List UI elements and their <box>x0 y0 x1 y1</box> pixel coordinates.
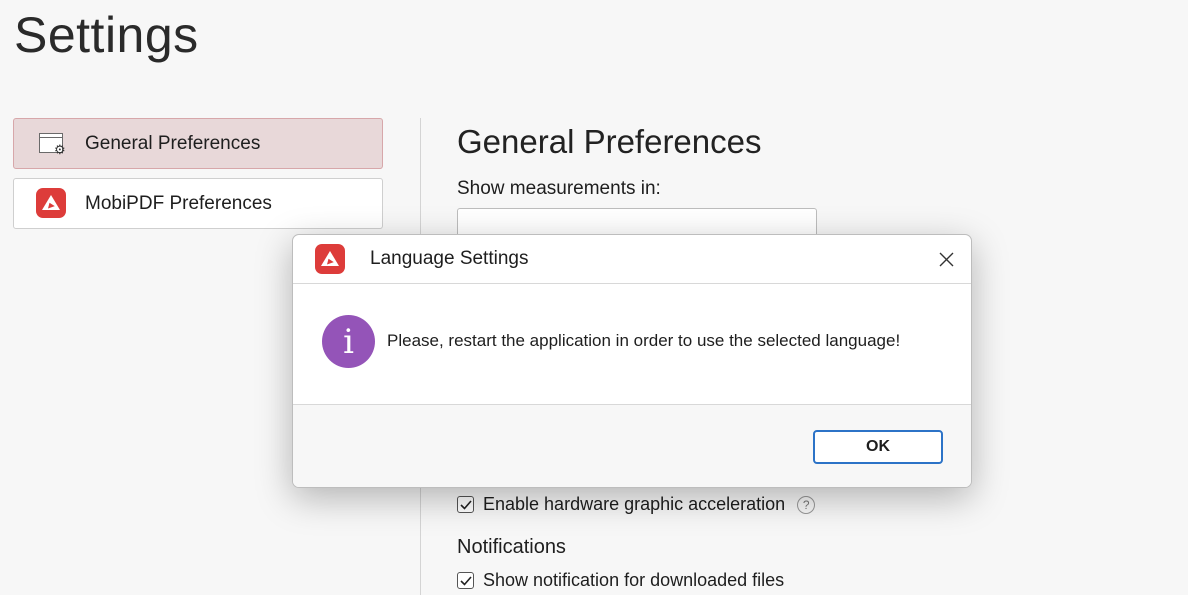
sidebar-item-label: General Preferences <box>85 132 261 154</box>
hardware-acceleration-label: Enable hardware graphic acceleration <box>483 494 786 514</box>
dialog-header: Language Settings <box>293 235 971 284</box>
sidebar-item-general-preferences[interactable]: ⚙ General Preferences <box>13 118 383 169</box>
hardware-acceleration-checkbox[interactable] <box>457 496 474 513</box>
info-icon: i <box>322 315 375 368</box>
downloaded-notification-label: Show notification for downloaded files <box>483 570 785 590</box>
hardware-acceleration-row: Enable hardware graphic acceleration ? <box>457 494 816 515</box>
measurements-label: Show measurements in: <box>457 178 661 199</box>
sidebar-item-label: MobiPDF Preferences <box>85 192 272 214</box>
dialog-footer: OK <box>293 405 971 487</box>
dialog-title: Language Settings <box>370 248 529 269</box>
downloaded-notification-row: Show notification for downloaded files <box>457 570 784 591</box>
section-title: General Preferences <box>457 123 762 160</box>
ok-button[interactable]: OK <box>813 430 943 464</box>
close-icon[interactable] <box>931 244 961 274</box>
page-title: Settings <box>14 7 199 63</box>
help-icon[interactable]: ? <box>797 495 816 514</box>
sidebar-item-mobipdf-preferences[interactable]: MobiPDF Preferences <box>13 178 383 229</box>
language-settings-dialog: Language Settings i Please, restart the … <box>292 234 972 488</box>
mobipdf-logo-icon <box>36 187 68 220</box>
mobipdf-logo-icon <box>315 244 345 274</box>
dialog-message: Please, restart the application in order… <box>387 331 901 350</box>
notifications-heading: Notifications <box>457 536 566 558</box>
downloaded-notification-checkbox[interactable] <box>457 572 474 589</box>
window-gear-icon: ⚙ <box>36 128 68 160</box>
